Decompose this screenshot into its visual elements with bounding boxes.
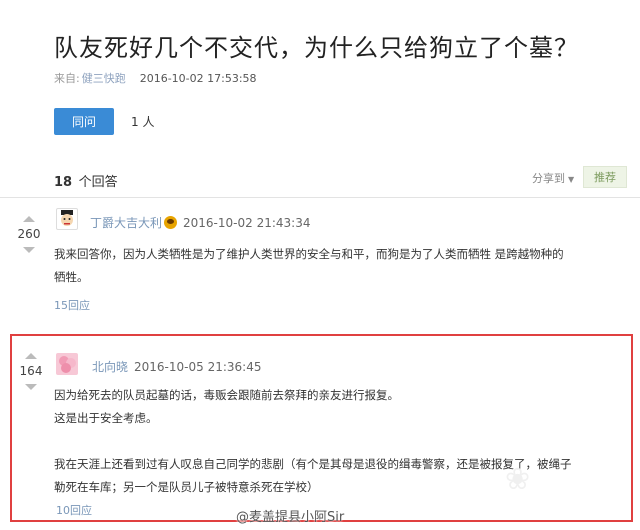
vote-widget: 260	[14, 216, 44, 253]
downvote-icon[interactable]	[25, 384, 37, 390]
answers-count-number: 18	[54, 175, 73, 190]
upvote-icon[interactable]	[23, 216, 35, 222]
avatar[interactable]	[56, 353, 78, 375]
content-line: 勒死在车库；另一个是队员儿子被特意杀死在学校）	[54, 480, 319, 494]
avatar[interactable]	[56, 208, 78, 230]
downvote-icon[interactable]	[23, 247, 35, 253]
watermark-logo-icon: ❀	[505, 462, 531, 497]
share-dropdown[interactable]: 分享到 ▼	[532, 170, 574, 186]
answer-content: 我来回答你，因为人类牺牲是为了维护人类世界的安全与和平，而狗是为了人类而牺牲 是…	[54, 243, 620, 289]
author-name-link[interactable]: 北向晓	[92, 360, 128, 374]
author-name-link[interactable]: 丁爵大吉大利	[90, 216, 162, 230]
answers-count: 18 个回答	[54, 171, 118, 190]
content-line	[54, 430, 624, 453]
answers-count-unit: 个回答	[78, 175, 118, 190]
reply-link[interactable]: 15回应	[54, 297, 90, 313]
question-meta: 来自: 健三快跑 2016-10-02 17:53:58	[54, 70, 257, 86]
answer-author-line: 北向晓 2016-10-05 21:36:45	[92, 358, 261, 375]
answer-content: 因为给死去的队员起墓的话，毒贩会跟随前去祭拜的亲友进行报复。 这是出于安全考虑。…	[54, 384, 624, 499]
recommend-button[interactable]: 推荐	[583, 166, 627, 188]
answer-time: 2016-10-05 21:36:45	[134, 360, 262, 374]
content-line: 我来回答你，因为人类牺牲是为了维护人类世界的安全与和平，而狗是为了人类而牺牲 是…	[54, 247, 564, 261]
watermark: @麦盖提县小阿Sir	[236, 510, 345, 525]
upvote-icon[interactable]	[25, 353, 37, 359]
chevron-down-icon: ▼	[568, 175, 575, 184]
vote-widget: 164	[16, 353, 46, 390]
same-question-button[interactable]: 同问	[54, 108, 114, 135]
content-line: 这是出于安全考虑。	[54, 411, 158, 425]
share-label: 分享到	[532, 172, 565, 185]
flower-avatar-icon	[59, 356, 76, 373]
content-line: 牺牲。	[54, 270, 89, 284]
source-name-link[interactable]: 健三快跑	[82, 72, 126, 85]
vip-badge-icon	[164, 216, 178, 229]
answer-author-line: 丁爵大吉大利 2016-10-02 21:43:34	[90, 214, 310, 231]
divider	[0, 197, 640, 198]
answer-time: 2016-10-02 21:43:34	[183, 216, 311, 230]
avatar-face-icon	[61, 210, 73, 226]
question-title: 队友死好几个不交代，为什么只给狗立了个墓？	[54, 34, 579, 62]
content-line: 因为给死去的队员起墓的话，毒贩会跟随前去祭拜的亲友进行报复。	[54, 388, 399, 402]
reply-link[interactable]: 10回应	[56, 502, 92, 518]
vote-count: 164	[19, 364, 43, 378]
same-question-count: 1 人	[131, 115, 155, 129]
vote-count: 260	[17, 227, 41, 241]
question-date: 2016-10-02 17:53:58	[139, 72, 257, 85]
content-line: 我在天涯上还看到过有人叹息自己同学的悲剧（有个是其母是退役的缉毒警察，还是被报复…	[54, 457, 572, 471]
source-label: 来自:	[54, 72, 80, 85]
